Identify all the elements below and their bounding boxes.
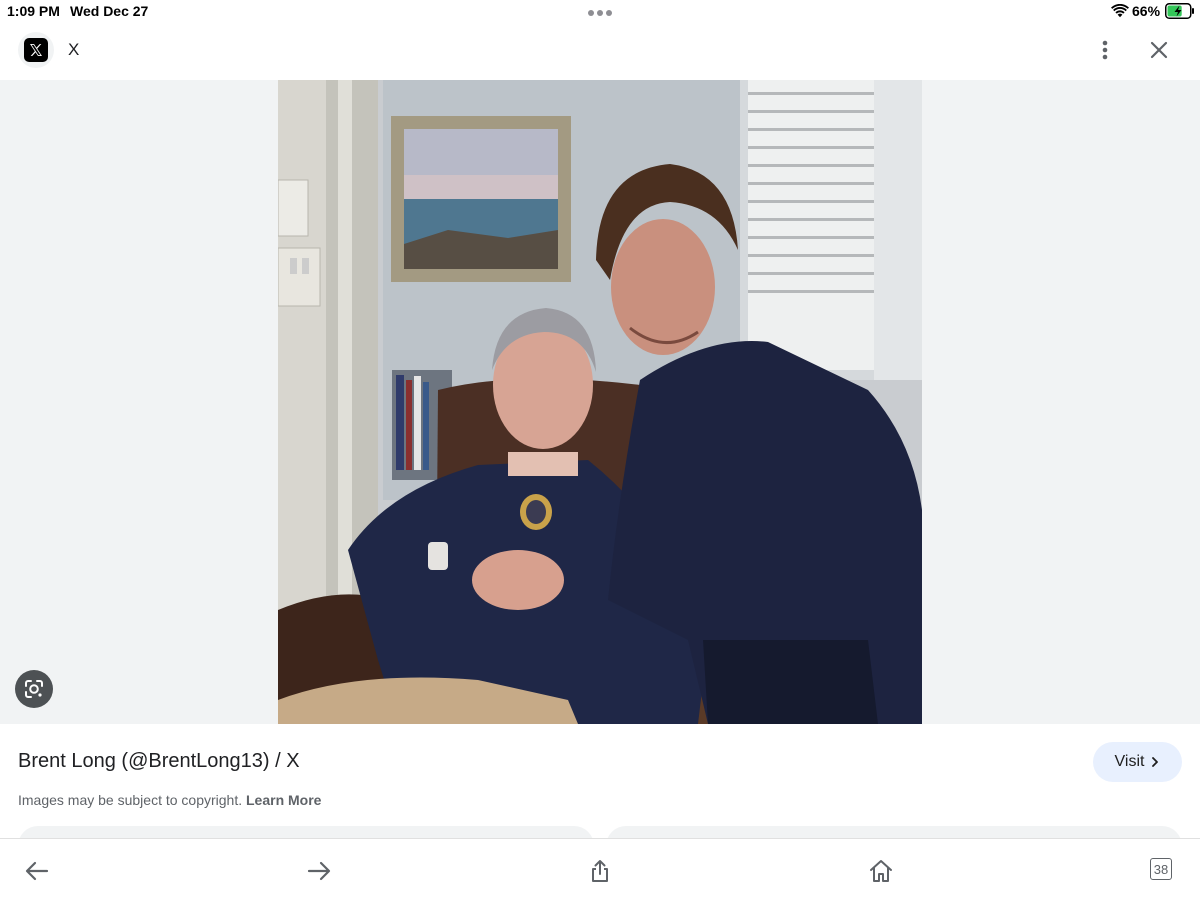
chevron-right-icon — [1152, 757, 1159, 767]
back-arrow-icon[interactable] — [23, 857, 51, 885]
bottom-toolbar: 38 — [0, 838, 1200, 900]
copyright-text: Images may be subject to copyright. — [18, 792, 243, 808]
image-viewer — [0, 80, 1200, 724]
result-title[interactable]: Brent Long (@BrentLong13) / X — [18, 750, 300, 773]
status-bar: 1:09 PM Wed Dec 27 66% — [0, 0, 1200, 24]
result-details: Brent Long (@BrentLong13) / X Visit Imag… — [0, 724, 1200, 846]
status-date: Wed Dec 27 — [70, 3, 149, 19]
battery-icon — [1165, 3, 1194, 19]
photo[interactable] — [278, 80, 922, 724]
site-name[interactable]: X — [68, 40, 79, 60]
google-lens-icon[interactable] — [15, 670, 53, 708]
visit-button[interactable]: Visit — [1093, 742, 1182, 782]
learn-more-link[interactable]: Learn More — [246, 792, 321, 808]
multitask-dots-icon[interactable] — [588, 10, 612, 16]
x-logo-icon[interactable] — [18, 32, 54, 68]
tab-count: 38 — [1153, 861, 1169, 877]
forward-arrow-icon[interactable] — [305, 857, 333, 885]
battery-percent: 66% — [1132, 3, 1161, 19]
copyright-notice: Images may be subject to copyright. Lear… — [18, 792, 321, 808]
more-vert-icon[interactable] — [1092, 36, 1118, 64]
top-bar: X — [0, 24, 1200, 80]
tabs-icon[interactable]: 38 — [1150, 858, 1172, 880]
visit-label: Visit — [1114, 753, 1145, 770]
home-icon[interactable] — [867, 857, 895, 885]
status-time: 1:09 PM — [7, 3, 60, 19]
share-icon[interactable] — [586, 857, 614, 885]
close-icon[interactable] — [1145, 36, 1173, 64]
wifi-icon — [1111, 4, 1129, 18]
